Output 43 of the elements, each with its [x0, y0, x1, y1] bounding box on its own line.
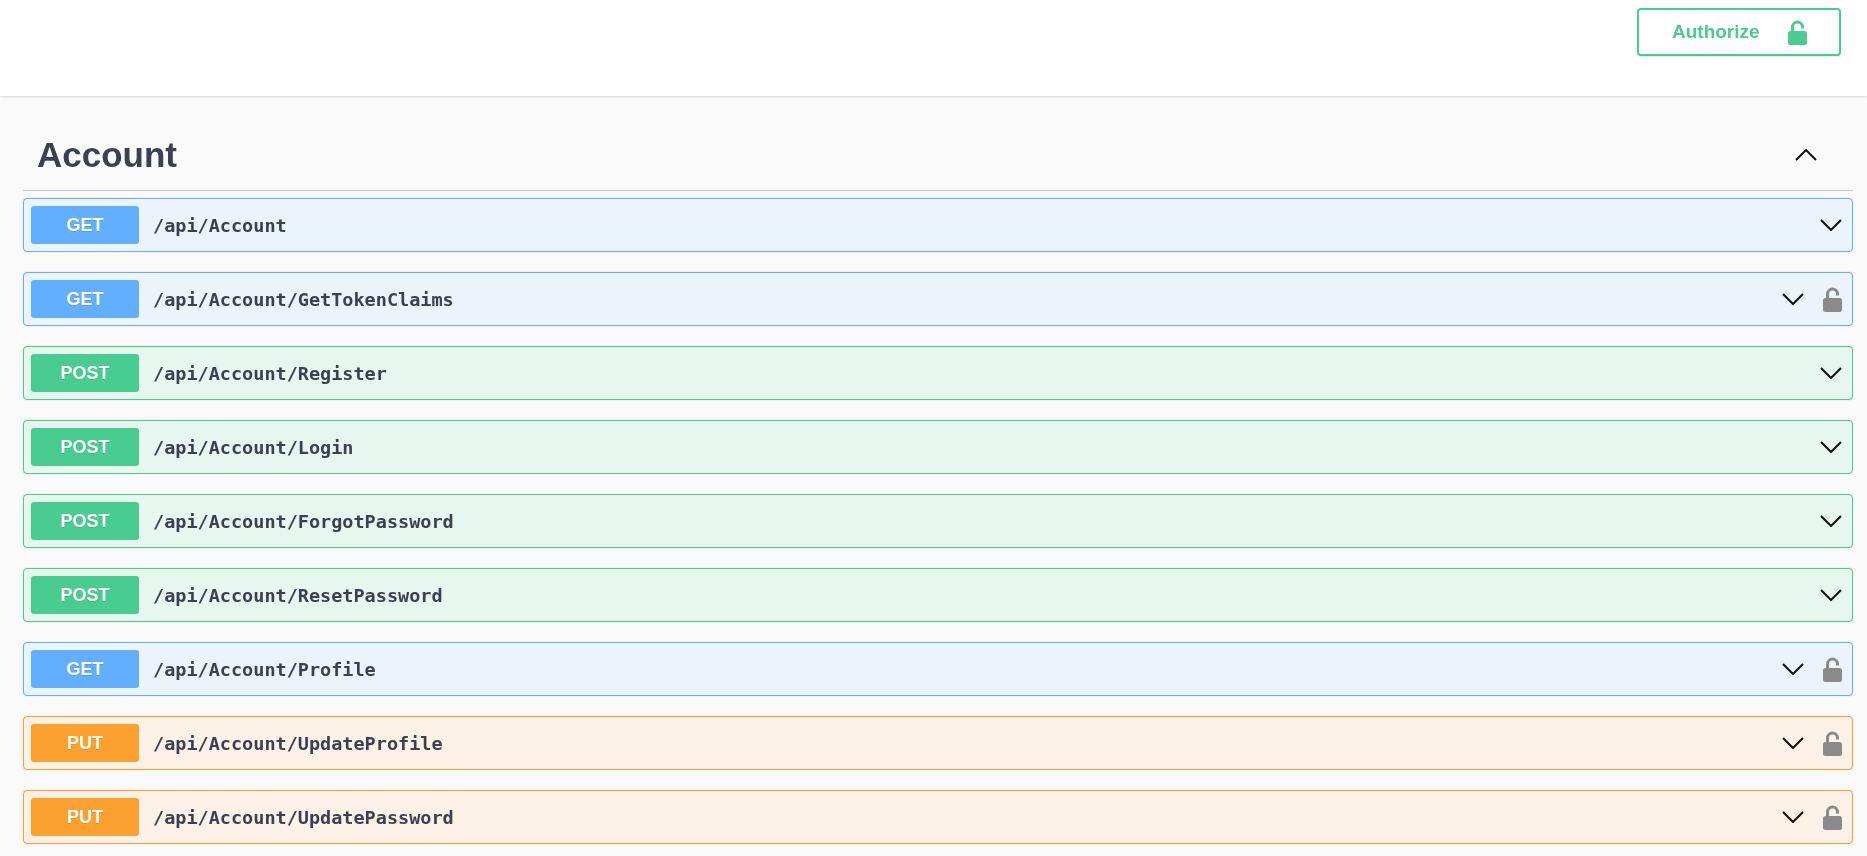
section-title: Account [37, 134, 177, 176]
method-badge: POST [31, 428, 139, 466]
operation-row[interactable]: GET /api/Account/Profile [23, 642, 1853, 696]
chevron-down-icon[interactable] [1782, 737, 1804, 749]
method-badge: GET [31, 280, 139, 318]
chevron-down-icon[interactable] [1820, 219, 1842, 231]
operation-row[interactable]: GET /api/Account/GetTokenClaims [23, 272, 1853, 326]
endpoint-path: /api/Account/ResetPassword [153, 584, 443, 606]
operation-row[interactable]: POST /api/Account/ResetPassword [23, 568, 1853, 622]
collapse-chevron-icon[interactable] [1795, 149, 1817, 161]
unlocked-padlock-icon[interactable] [1823, 286, 1842, 312]
chevron-down-icon[interactable] [1820, 441, 1842, 453]
chevron-down-icon[interactable] [1820, 515, 1842, 527]
method-badge: PUT [31, 798, 139, 836]
chevron-down-icon[interactable] [1782, 811, 1804, 823]
operation-row[interactable]: POST /api/Account/Login [23, 420, 1853, 474]
endpoint-path: /api/Account/Register [153, 362, 387, 384]
unlocked-padlock-icon [1788, 19, 1807, 45]
method-badge: PUT [31, 724, 139, 762]
operation-row[interactable]: POST /api/Account/Register [23, 346, 1853, 400]
endpoint-path: /api/Account/Login [153, 436, 354, 458]
method-badge: GET [31, 650, 139, 688]
operation-row[interactable]: PUT /api/Account/UpdatePassword [23, 790, 1853, 844]
unlocked-padlock-icon[interactable] [1823, 656, 1842, 682]
endpoint-path: /api/Account [153, 214, 287, 236]
method-badge: GET [31, 206, 139, 244]
method-badge: POST [31, 576, 139, 614]
operation-row[interactable]: PUT /api/Account/UpdateProfile [23, 716, 1853, 770]
endpoint-path: /api/Account/GetTokenClaims [153, 288, 454, 310]
chevron-down-icon[interactable] [1820, 589, 1842, 601]
chevron-down-icon[interactable] [1782, 663, 1804, 675]
endpoint-path: /api/Account/UpdateProfile [153, 732, 443, 754]
endpoint-path: /api/Account/ForgotPassword [153, 510, 454, 532]
unlocked-padlock-icon[interactable] [1823, 730, 1842, 756]
method-badge: POST [31, 354, 139, 392]
endpoint-path: /api/Account/UpdatePassword [153, 806, 454, 828]
chevron-down-icon[interactable] [1820, 367, 1842, 379]
operation-row[interactable]: POST /api/Account/ForgotPassword [23, 494, 1853, 548]
unlocked-padlock-icon[interactable] [1823, 804, 1842, 830]
operation-row[interactable]: GET /api/Account [23, 198, 1853, 252]
method-badge: POST [31, 502, 139, 540]
chevron-down-icon[interactable] [1782, 293, 1804, 305]
endpoint-path: /api/Account/Profile [153, 658, 376, 680]
